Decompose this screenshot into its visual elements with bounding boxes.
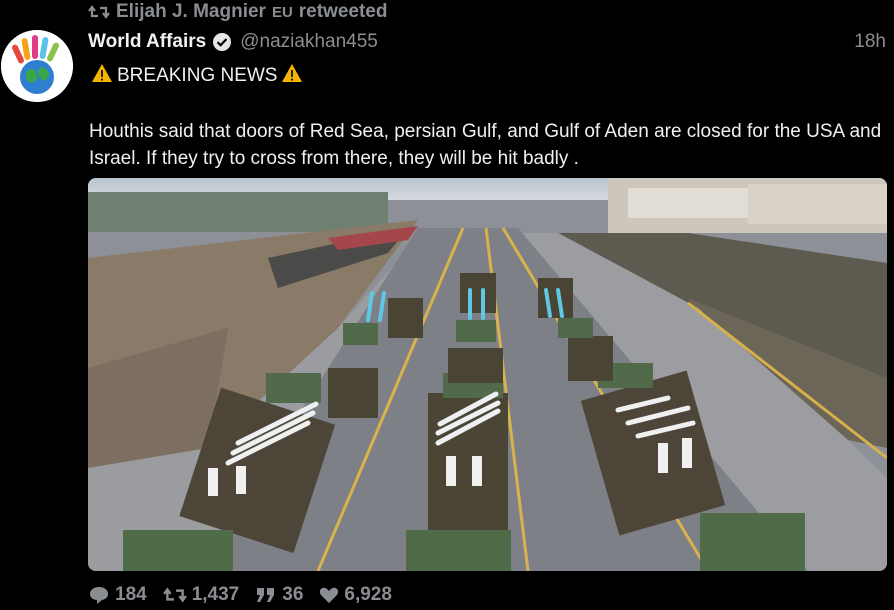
display-name[interactable]: World Affairs	[88, 31, 206, 53]
reply-button[interactable]: 184	[88, 584, 147, 606]
heart-icon	[319, 586, 339, 604]
like-button[interactable]: 6,928	[319, 584, 392, 606]
retweeter-flag: EU	[271, 3, 293, 21]
reply-count: 184	[115, 584, 147, 605]
tweet-headline: BREAKING NEWS	[91, 63, 303, 89]
verified-badge-icon	[212, 32, 232, 52]
retweet-suffix: retweeted	[298, 1, 388, 22]
retweet-icon	[162, 586, 187, 604]
like-count: 6,928	[344, 584, 392, 605]
tweet-actions: 184 1,437 36 6,928	[88, 584, 408, 606]
quote-icon	[255, 586, 277, 604]
retweet-button[interactable]: 1,437	[162, 584, 240, 606]
retweeter-name[interactable]: Elijah J. Magnier	[116, 1, 266, 23]
retweet-icon	[88, 4, 110, 20]
avatar[interactable]	[1, 30, 73, 102]
quote-count: 36	[282, 584, 304, 605]
warning-icon	[281, 63, 303, 89]
user-handle[interactable]: @naziakhan455	[240, 31, 378, 53]
reply-icon	[88, 585, 110, 605]
retweet-context: Elijah J. Magnier EU retweeted	[88, 0, 387, 24]
warning-icon	[91, 63, 113, 89]
quote-button[interactable]: 36	[255, 584, 303, 606]
retweet-count: 1,437	[191, 584, 240, 605]
tweet-header: World Affairs @naziakhan455 18h	[88, 30, 886, 54]
tweet-body: Houthis said that doors of Red Sea, pers…	[89, 121, 882, 169]
tweet-media-image[interactable]	[88, 178, 887, 571]
headline-text: BREAKING NEWS	[117, 65, 278, 86]
tweet-timestamp[interactable]: 18h	[854, 31, 886, 53]
